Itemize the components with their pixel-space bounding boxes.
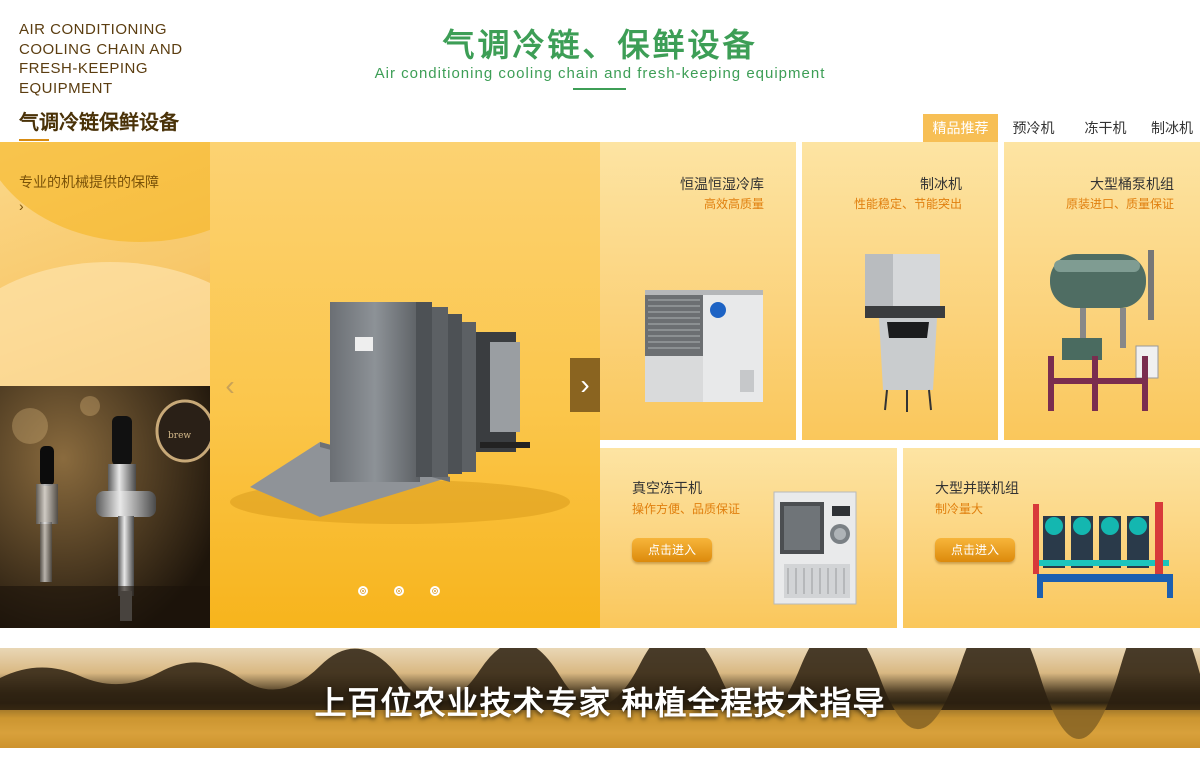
title-underline — [573, 88, 626, 90]
intro-divider — [19, 139, 49, 141]
product-name: 真空冻干机 — [632, 480, 702, 496]
product-slider[interactable] — [210, 142, 600, 628]
freeze-dryer-image — [773, 491, 857, 605]
agriculture-banner[interactable]: 上百位农业技术专家 种植全程技术指导 — [0, 648, 1200, 748]
slider-dot-1[interactable] — [358, 586, 368, 596]
product-tagline: 高效高质量 — [703, 197, 764, 211]
intro-title-cn: 气调冷链保鲜设备 — [19, 112, 179, 134]
product-name: 大型桶泵机组 — [1090, 176, 1174, 192]
cold-storage-image — [645, 290, 763, 402]
slider-prev-button[interactable]: ‹ — [220, 372, 240, 400]
tab-precooler[interactable]: 预冷机 — [1000, 114, 1067, 142]
slider-dot-2[interactable] — [394, 586, 404, 596]
product-card-parallel-unit[interactable]: 大型并联机组 制冷量大 点击进入 — [903, 448, 1200, 628]
product-name: 大型并联机组 — [935, 480, 1019, 496]
slider-next-button[interactable]: › — [570, 358, 600, 412]
intro-link[interactable]: 专业的机械提供的保障 › — [19, 170, 159, 218]
slider-dot-3[interactable] — [430, 586, 440, 596]
product-card-vacuum-freeze-dryer[interactable]: 真空冻干机 操作方便、品质保证 点击进入 — [600, 448, 897, 628]
ice-maker-image — [865, 254, 945, 412]
product-tagline: 原装进口、质量保证 — [1065, 197, 1174, 211]
chevron-left-icon: ‹ — [225, 370, 235, 401]
product-card-barrel-pump[interactable]: 大型桶泵机组 原装进口、质量保证 — [1004, 142, 1200, 440]
vacuum-precooler-image — [230, 302, 570, 524]
enter-button[interactable]: 点击进入 — [632, 538, 712, 562]
product-card-ice-maker[interactable]: 制冰机 性能稳定、节能突出 — [802, 142, 998, 440]
product-tagline: 性能稳定、节能突出 — [853, 197, 962, 211]
tab-freeze-dryer[interactable]: 冻干机 — [1072, 114, 1139, 142]
svg-text:brew: brew — [168, 431, 191, 441]
product-tagline: 操作方便、品质保证 — [632, 502, 741, 516]
chevron-right-icon: › — [19, 198, 24, 214]
banner-headline: 上百位农业技术专家 种植全程技术指导 — [314, 685, 886, 721]
enter-button[interactable]: 点击进入 — [935, 538, 1015, 562]
product-name: 恒温恒湿冷库 — [680, 176, 764, 192]
intro-desc: 专业的机械提供的保障 — [19, 174, 159, 190]
chevron-right-icon: › — [580, 369, 590, 400]
parallel-unit-image — [1033, 502, 1173, 598]
product-tagline: 制冷量大 — [935, 502, 984, 516]
product-name: 制冰机 — [920, 176, 962, 192]
intro-title-en: AIR CONDITIONING COOLING CHAIN AND FRESH… — [19, 21, 183, 97]
barrel-pump-image — [1048, 250, 1159, 411]
beer-tap-photo: brew — [0, 386, 210, 628]
product-card-cold-storage[interactable]: 恒温恒湿冷库 高效高质量 — [600, 142, 796, 440]
tab-ice-maker[interactable]: 制冰机 — [1144, 114, 1200, 142]
tab-featured[interactable]: 精品推荐 — [923, 114, 998, 142]
